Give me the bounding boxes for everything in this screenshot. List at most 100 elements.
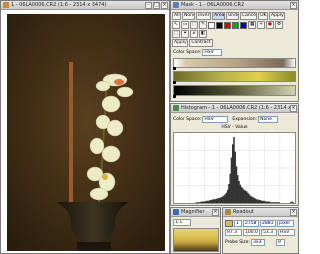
histogram-bar <box>216 198 219 203</box>
readout-extra-value: 9 <box>275 239 285 246</box>
mask-window[interactable]: Mask - 1 - 06LA0006.CR2 × All None Inver… <box>170 0 299 102</box>
histogram-bar <box>208 200 210 203</box>
hue-slider[interactable] <box>173 58 296 68</box>
histogram-window-titlebar[interactable]: Histogram - 1 - 06LA0006.CR2 (1:6 - 2314… <box>171 104 298 113</box>
readout-window[interactable]: Readout × 1 2758 2881 pixel 97.3 100.0 5… <box>222 207 299 254</box>
mask-undo-button[interactable]: Undo <box>226 12 239 20</box>
brush-tool-icon[interactable]: ✎ <box>199 21 207 29</box>
rect-tool-icon[interactable]: ▭ <box>181 21 189 29</box>
histogram-bar <box>229 173 231 203</box>
histogram-bar <box>211 199 214 203</box>
magnifier-view <box>173 228 219 252</box>
select-tool-icon[interactable]: ⬚ <box>172 30 180 38</box>
readout-units-select[interactable]: pixel <box>277 220 294 227</box>
histogram-bar <box>219 197 221 203</box>
probe-size-select[interactable]: 3x3 <box>250 239 265 246</box>
mask-tools-row-2: ⬚ ✦ ⌀ ◧ <box>172 30 207 38</box>
value-slider-marker[interactable] <box>173 95 176 98</box>
mask-none-button[interactable]: None <box>182 12 195 20</box>
close-icon[interactable]: × <box>290 208 297 216</box>
histogram-channel-label: HSV - Value <box>221 125 248 130</box>
histogram-bar <box>221 196 224 203</box>
wand-tool-icon[interactable]: ✦ <box>181 30 189 38</box>
histogram-bar <box>237 175 239 203</box>
histogram-plot[interactable] <box>173 132 296 204</box>
swatch-white[interactable] <box>208 21 215 29</box>
color-space-label: Color Space: <box>173 50 202 55</box>
grid-icon[interactable]: ▦ <box>248 21 256 29</box>
mask-all-button[interactable]: All <box>172 12 181 20</box>
eyedropper-icon[interactable]: ⌀ <box>190 30 198 38</box>
histogram-bar <box>252 197 254 203</box>
color-space-select[interactable]: HSV <box>202 49 223 56</box>
histogram-bar <box>200 201 202 203</box>
mask-color-space-row: Color Space: HSV <box>173 49 223 56</box>
histogram-bar <box>231 144 234 203</box>
record-icon[interactable]: ● <box>266 21 274 29</box>
histogram-bar <box>264 201 267 203</box>
settings-icon[interactable]: ⚙ <box>275 21 283 29</box>
saturation-slider-marker[interactable] <box>173 81 176 84</box>
histogram-bar <box>269 202 272 203</box>
image-window-titlebar[interactable]: 1 - 06LA0006.CR2 (1:6 - 2314 x 3474) – □… <box>1 1 169 10</box>
mask-apply-button[interactable]: Apply <box>269 12 285 20</box>
readout-window-titlebar[interactable]: Readout × <box>223 208 298 217</box>
close-icon[interactable]: × <box>212 208 219 216</box>
histogram-bar <box>250 196 253 203</box>
mask-ok-button[interactable]: OK <box>258 12 268 20</box>
histogram-window[interactable]: Histogram - 1 - 06LA0006.CR2 (1:6 - 2314… <box>170 103 299 206</box>
swatch-black[interactable] <box>216 21 223 29</box>
tab-apply[interactable]: Apply <box>172 39 188 47</box>
magnifier-window[interactable]: Magnifier × 1:1 <box>170 207 221 254</box>
image-window[interactable]: 1 - 06LA0006.CR2 (1:6 - 2314 x 3474) – □… <box>0 0 170 254</box>
image-window-title: 1 - 06LA0006.CR2 (1:6 - 2314 x 3474) <box>11 2 107 8</box>
lasso-tool-icon[interactable]: ◌ <box>190 21 198 29</box>
saturation-slider[interactable] <box>173 71 296 82</box>
hue-slider-marker[interactable] <box>173 67 176 70</box>
histogram-bar <box>196 202 199 203</box>
magnifier-window-titlebar[interactable]: Magnifier × <box>171 208 220 217</box>
image-canvas-area <box>1 10 169 253</box>
histogram-bar <box>277 202 279 203</box>
mask-invert-button[interactable]: Invert <box>196 12 211 20</box>
fill-tool-icon[interactable]: ◧ <box>199 30 207 38</box>
magnifier-zoom-select[interactable]: 1:1 <box>173 219 191 226</box>
mask-window-titlebar[interactable]: Mask - 1 - 06LA0006.CR2 × <box>171 1 298 10</box>
readout-space-select[interactable]: HSV <box>278 229 295 236</box>
readout-row-1: 1 2758 2881 pixel <box>225 220 294 227</box>
mask-icon <box>173 2 179 8</box>
histogram-bar <box>289 202 292 203</box>
histogram-bar <box>258 200 260 203</box>
minimize-icon[interactable]: – <box>145 1 152 9</box>
expansion-select[interactable]: None <box>258 116 279 123</box>
histogram-bar <box>228 183 230 203</box>
swatch-blue[interactable] <box>240 21 247 29</box>
histogram-color-space-label: Color Space: <box>173 117 202 122</box>
plus-icon[interactable]: + <box>257 21 265 29</box>
vase-base <box>77 242 111 251</box>
readout-v: 53.3 <box>261 229 277 236</box>
readout-y: 2881 <box>260 220 276 227</box>
histogram-bar <box>234 151 236 203</box>
close-icon[interactable]: × <box>290 1 297 9</box>
tab-contract[interactable]: Contract <box>189 39 213 47</box>
maximize-icon[interactable]: □ <box>153 1 160 9</box>
mask-area-button[interactable]: Area <box>212 12 225 20</box>
histogram-color-space-select[interactable]: HSV <box>202 116 229 123</box>
histogram-bar <box>276 202 278 203</box>
swatch-green[interactable] <box>232 21 239 29</box>
histogram-bar <box>220 197 223 203</box>
photo-canvas[interactable] <box>7 14 165 251</box>
swatch-red[interactable] <box>224 21 231 29</box>
arrow-tool-icon[interactable]: ↖ <box>172 21 180 29</box>
histogram-bar <box>195 202 197 203</box>
mask-cancel-button[interactable]: Cancel <box>240 12 257 20</box>
mask-tools-row: ↖ ▭ ◌ ✎ ▦ + ● ⚙ <box>172 21 283 29</box>
histogram-bar <box>291 201 293 203</box>
histogram-bar <box>223 195 225 203</box>
close-icon[interactable]: × <box>161 1 168 9</box>
close-icon[interactable]: × <box>290 104 297 112</box>
histogram-bar <box>247 192 249 203</box>
probe-size-label: Probe Size: <box>225 240 250 245</box>
value-slider[interactable] <box>173 85 296 96</box>
